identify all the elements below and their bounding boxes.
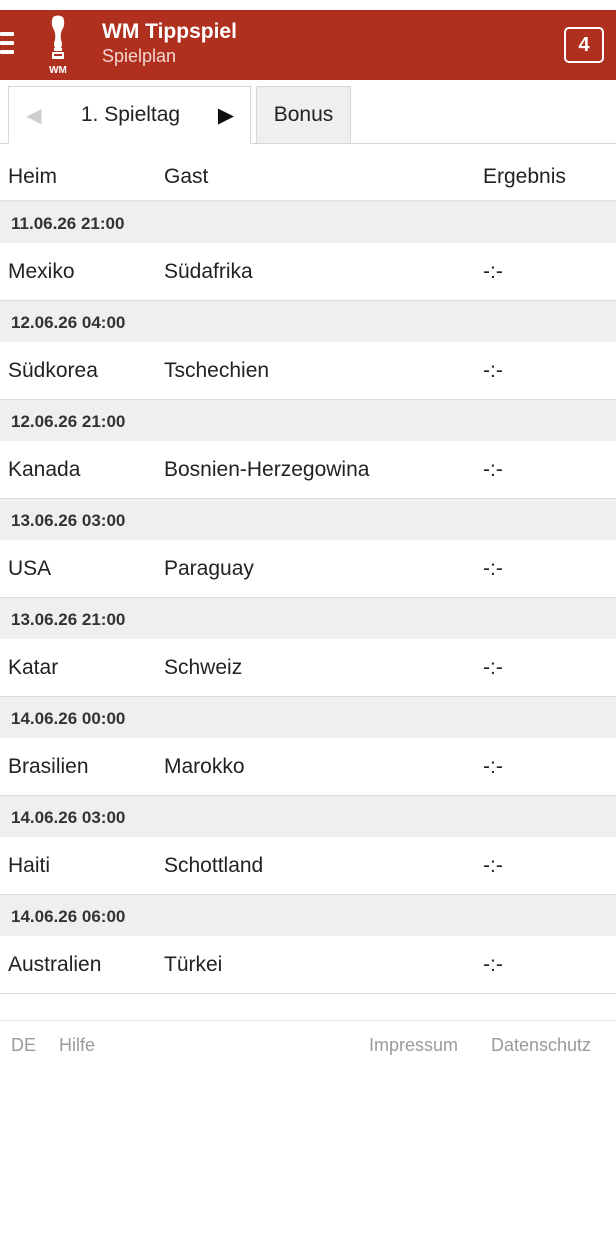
match-result: -:-: [483, 557, 503, 580]
column-result: Ergebnis: [483, 165, 566, 188]
match-date: 14.06.26 00:00: [0, 697, 616, 738]
match-date: 12.06.26 21:00: [0, 400, 616, 441]
trophy-logo-icon: WM: [38, 14, 78, 76]
guest-team: Tschechien: [164, 359, 270, 382]
column-home: Heim: [8, 165, 58, 188]
match-row[interactable]: Brasilien Marokko -:-: [0, 738, 616, 796]
guest-team: Schweiz: [164, 656, 243, 679]
guest-team: Paraguay: [164, 557, 254, 580]
privacy-link[interactable]: Datenschutz: [491, 1035, 591, 1056]
tab-bar: ◀ 1. Spieltag ▶ Bonus: [0, 86, 616, 144]
match-date: 13.06.26 03:00: [0, 499, 616, 540]
match-result: -:-: [483, 458, 503, 481]
home-team: USA: [8, 557, 52, 580]
language-link[interactable]: DE: [11, 1035, 36, 1056]
column-guest: Gast: [164, 165, 209, 188]
table-header: Heim Gast Ergebnis: [0, 148, 616, 202]
match-date: 14.06.26 06:00: [0, 895, 616, 936]
guest-team: Schottland: [164, 854, 264, 877]
match-result: -:-: [483, 260, 503, 283]
match-result: -:-: [483, 755, 503, 778]
match-row[interactable]: Haiti Schottland -:-: [0, 837, 616, 895]
match-row[interactable]: Katar Schweiz -:-: [0, 639, 616, 697]
home-team: Kanada: [8, 458, 81, 481]
match-result: -:-: [483, 953, 503, 976]
home-team: Mexiko: [8, 260, 75, 283]
match-date: 13.06.26 21:00: [0, 598, 616, 639]
match-date: 12.06.26 04:00: [0, 301, 616, 342]
help-link[interactable]: Hilfe: [59, 1035, 95, 1056]
match-list: 11.06.26 21:00 Mexiko Südafrika -:- 12.0…: [0, 202, 616, 994]
home-team: Haiti: [8, 854, 51, 877]
match-row[interactable]: Südkorea Tschechien -:-: [0, 342, 616, 400]
home-team: Australien: [8, 953, 102, 976]
next-arrow-icon[interactable]: ▶: [202, 103, 250, 128]
guest-team: Bosnien-Herzegowina: [164, 458, 370, 481]
match-result: -:-: [483, 854, 503, 877]
home-team: Brasilien: [8, 755, 89, 778]
menu-icon[interactable]: [0, 32, 14, 56]
app-title: WM Tippspiel: [102, 20, 237, 43]
tab-bonus[interactable]: Bonus: [256, 86, 351, 143]
app-header: WM WM Tippspiel Spielplan 4: [0, 10, 616, 80]
match-row[interactable]: USA Paraguay -:-: [0, 540, 616, 598]
guest-team: Südafrika: [164, 260, 253, 283]
match-date: 11.06.26 21:00: [0, 202, 616, 243]
tab-matchday[interactable]: ◀ 1. Spieltag ▶: [8, 86, 251, 144]
page-subtitle: Spielplan: [102, 46, 177, 66]
footer: DE Hilfe Impressum Datenschutz: [0, 1020, 616, 1070]
matchday-label: 1. Spieltag: [80, 103, 181, 126]
guest-team: Marokko: [164, 755, 245, 778]
match-result: -:-: [483, 656, 503, 679]
match-row[interactable]: Mexiko Südafrika -:-: [0, 243, 616, 301]
guest-team: Türkei: [164, 953, 223, 976]
imprint-link[interactable]: Impressum: [369, 1035, 458, 1056]
logo-text: WM: [49, 65, 67, 76]
match-result: -:-: [483, 359, 503, 382]
home-team: Südkorea: [8, 359, 98, 382]
previous-arrow-icon[interactable]: ◀: [9, 103, 59, 128]
home-team: Katar: [8, 656, 59, 679]
match-row[interactable]: Kanada Bosnien-Herzegowina -:-: [0, 441, 616, 499]
notification-badge[interactable]: 4: [564, 27, 604, 63]
match-row[interactable]: Australien Türkei -:-: [0, 936, 616, 994]
match-date: 14.06.26 03:00: [0, 796, 616, 837]
